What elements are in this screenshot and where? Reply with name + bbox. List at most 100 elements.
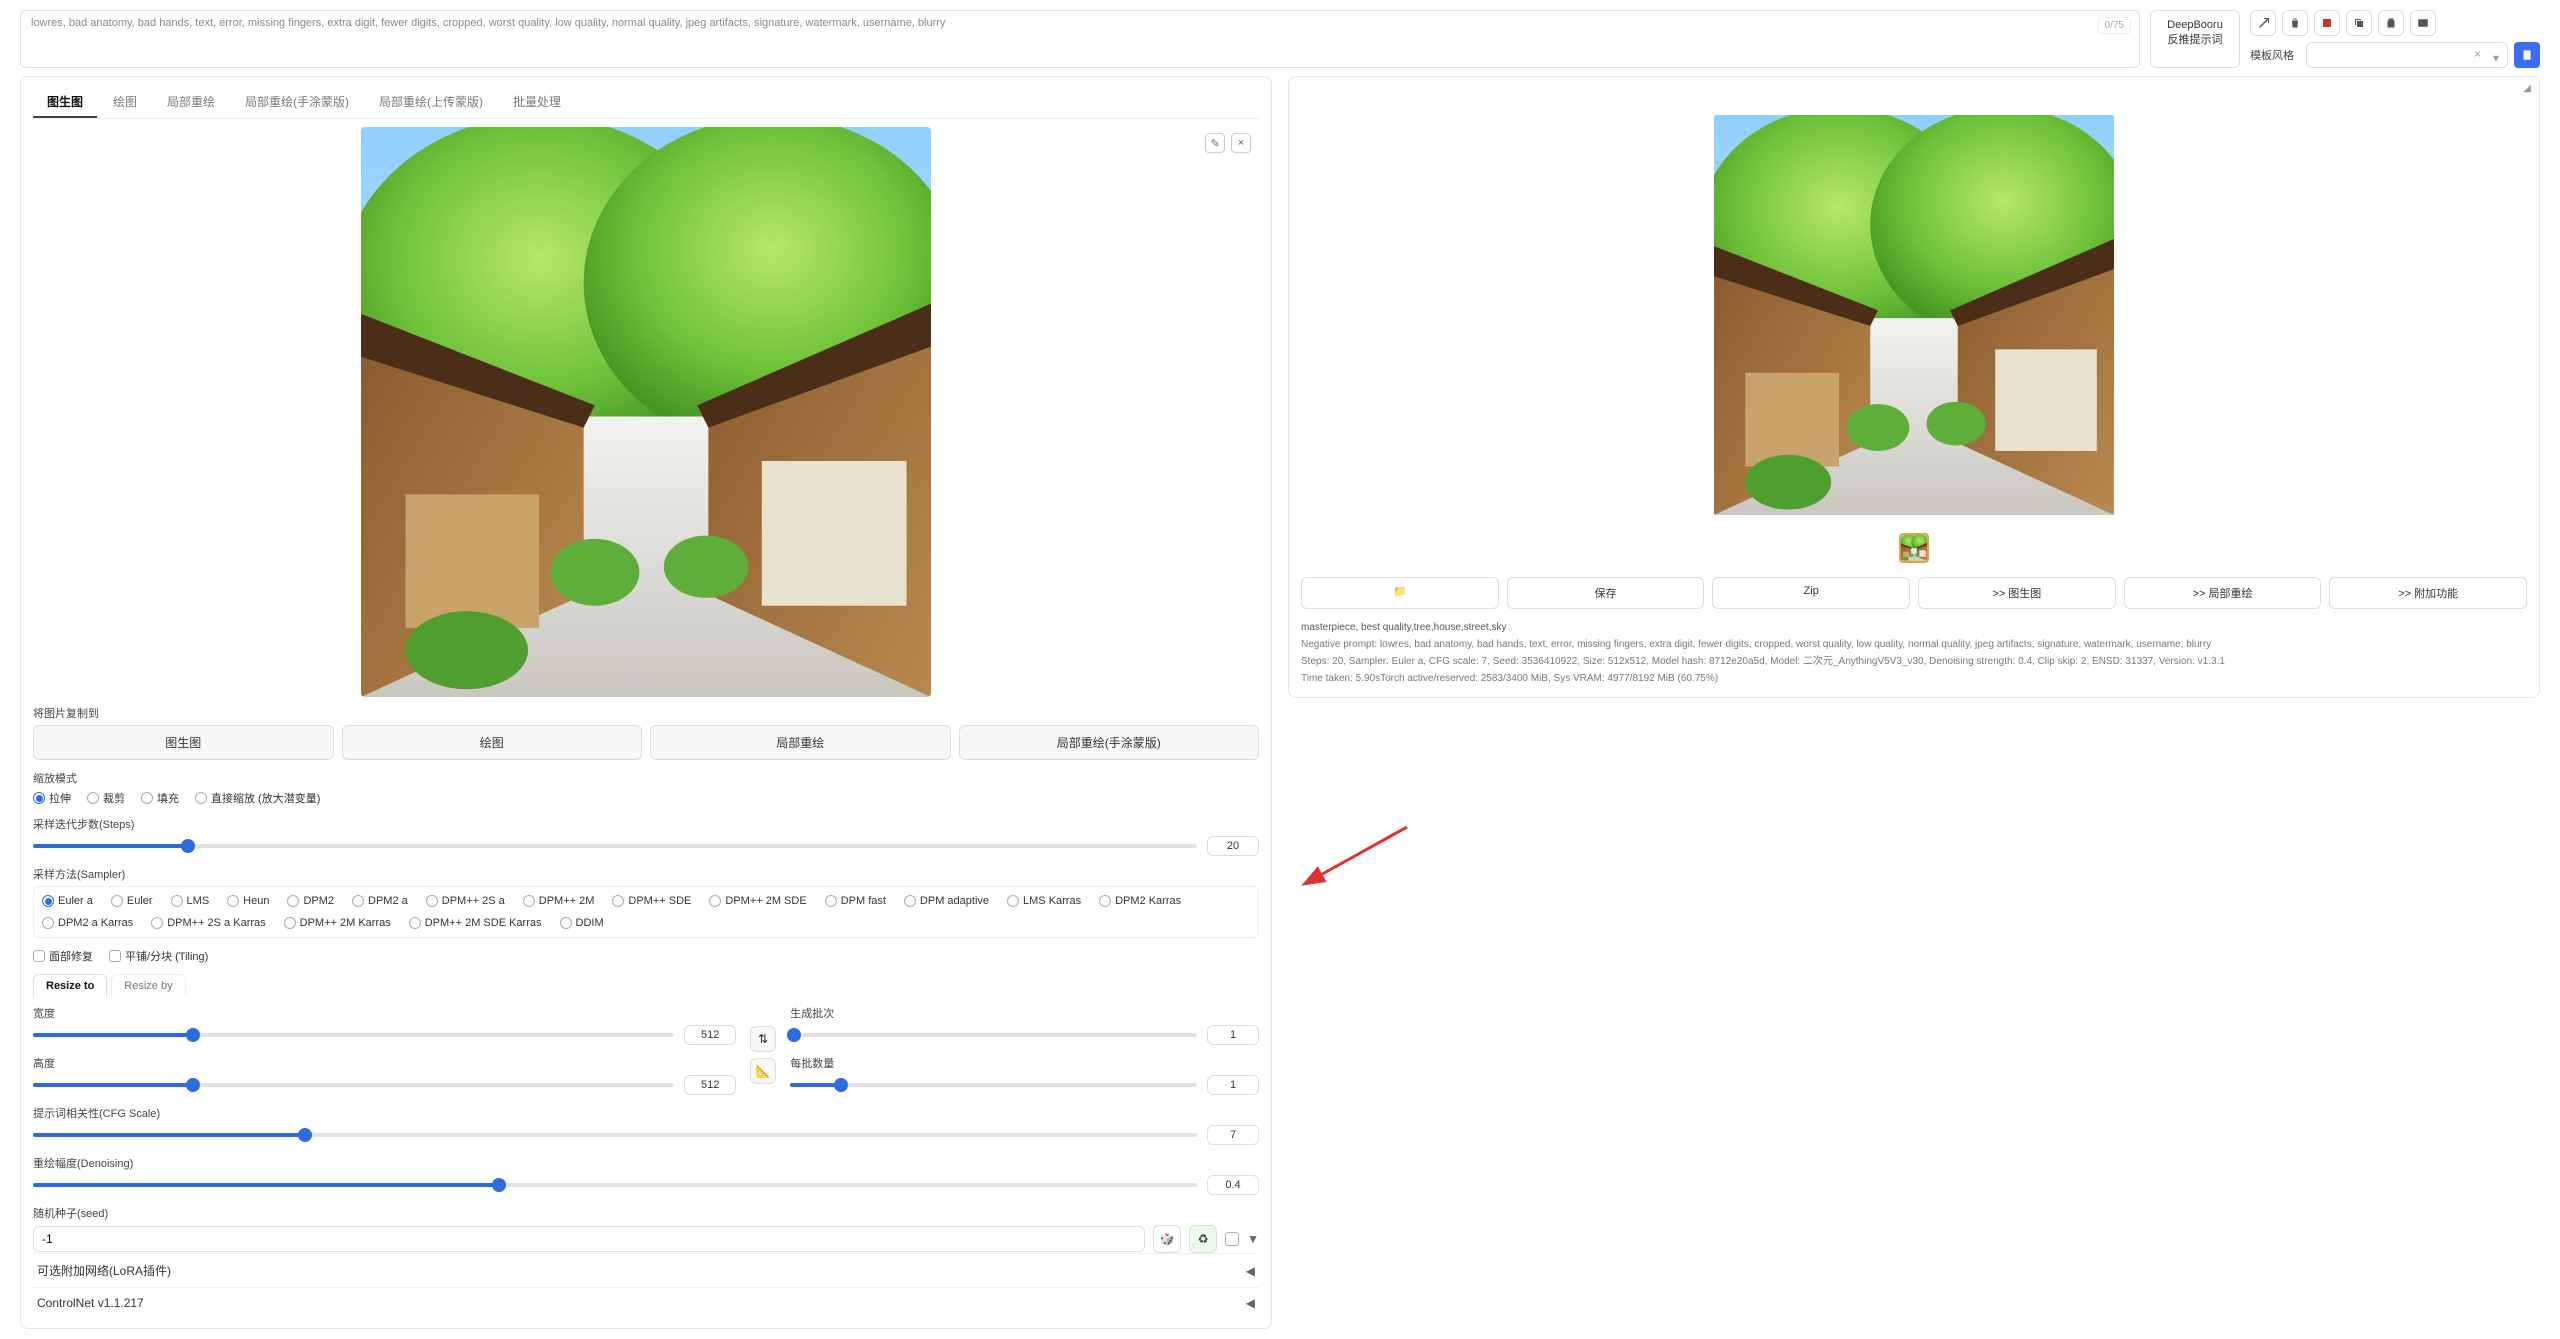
- swap-dims-button[interactable]: ⇅: [750, 1026, 776, 1052]
- arrow-icon[interactable]: [2250, 10, 2276, 36]
- output-btn-3[interactable]: >> 图生图: [1918, 577, 2116, 609]
- batch-count-slider[interactable]: [790, 1033, 1197, 1037]
- tiling-checkbox[interactable]: 平铺/分块 (Tiling): [109, 948, 208, 964]
- sampler-8[interactable]: DPM++ SDE: [612, 895, 691, 907]
- sampler-7[interactable]: DPM++ 2M: [523, 895, 595, 907]
- sampler-label: 采样方法(Sampler): [33, 866, 1259, 882]
- height-label: 高度: [33, 1055, 736, 1071]
- output-btn-0[interactable]: 📁: [1301, 577, 1499, 609]
- output-thumbnail[interactable]: [1899, 533, 1929, 563]
- batch-count-input[interactable]: 1: [1207, 1025, 1259, 1045]
- tab-3[interactable]: 局部重绘(手涂蒙版): [231, 87, 363, 118]
- resize-mode-1[interactable]: 裁剪: [87, 790, 125, 806]
- sampler-18[interactable]: DDIM: [560, 917, 604, 929]
- sampler-3[interactable]: Heun: [227, 895, 269, 907]
- seed-reuse-button[interactable]: ♻: [1189, 1225, 1217, 1253]
- denoise-slider[interactable]: [33, 1183, 1197, 1187]
- sampler-6[interactable]: DPM++ 2S a: [426, 895, 505, 907]
- sampler-10[interactable]: DPM fast: [825, 895, 886, 907]
- batch-size-label: 每批数量: [790, 1055, 1259, 1071]
- sampler-13[interactable]: DPM2 Karras: [1099, 895, 1181, 907]
- sampler-9[interactable]: DPM++ 2M SDE: [709, 895, 806, 907]
- panel-collapse-icon[interactable]: ◢: [2523, 83, 2531, 94]
- output-image[interactable]: [1714, 115, 2114, 515]
- tab-1[interactable]: 绘图: [99, 87, 151, 118]
- batch-size-input[interactable]: 1: [1207, 1075, 1259, 1095]
- height-input[interactable]: 512: [684, 1075, 736, 1095]
- style-select[interactable]: × ▾: [2306, 42, 2508, 68]
- sampler-4[interactable]: DPM2: [287, 895, 334, 907]
- width-label: 宽度: [33, 1005, 736, 1021]
- output-btn-5[interactable]: >> 附加功能: [2329, 577, 2527, 609]
- cfg-input[interactable]: 7: [1207, 1125, 1259, 1145]
- input-image[interactable]: [361, 127, 931, 697]
- negative-prompt-text: lowres, bad anatomy, bad hands, text, er…: [31, 17, 945, 29]
- style-clear-icon[interactable]: ×: [2474, 47, 2481, 61]
- style-caret-icon[interactable]: ▾: [2493, 51, 2499, 65]
- copy-btn-2[interactable]: 局部重绘: [650, 725, 951, 760]
- width-input[interactable]: 512: [684, 1025, 736, 1045]
- controlnet-accordion[interactable]: ControlNet v1.1.217◀: [33, 1287, 1259, 1318]
- output-btn-4[interactable]: >> 局部重绘: [2124, 577, 2322, 609]
- sampler-5[interactable]: DPM2 a: [352, 895, 408, 907]
- copy-btn-0[interactable]: 图生图: [33, 725, 334, 760]
- restore-faces-checkbox[interactable]: 面部修复: [33, 948, 93, 964]
- resize-tab-0[interactable]: Resize to: [33, 974, 107, 997]
- style-apply-icon[interactable]: [2514, 42, 2540, 68]
- tab-2[interactable]: 局部重绘: [153, 87, 229, 118]
- cfg-slider[interactable]: [33, 1133, 1197, 1137]
- meta-prompt: masterpiece, best quality,tree,house,str…: [1301, 619, 2527, 636]
- resize-mode-0[interactable]: 拉伸: [33, 790, 71, 806]
- trash-icon[interactable]: [2282, 10, 2308, 36]
- denoise-label: 重绘幅度(Denoising): [33, 1155, 1259, 1171]
- output-btn-1[interactable]: 保存: [1507, 577, 1705, 609]
- steps-label: 采样迭代步数(Steps): [33, 816, 1259, 832]
- sampler-11[interactable]: DPM adaptive: [904, 895, 989, 907]
- resize-mode-2[interactable]: 填充: [141, 790, 179, 806]
- lora-accordion[interactable]: 可选附加网络(LoRA插件)◀: [33, 1253, 1259, 1287]
- annotation-arrow: [1297, 817, 1417, 897]
- steps-input[interactable]: 20: [1207, 836, 1259, 856]
- sampler-15[interactable]: DPM++ 2S a Karras: [151, 917, 265, 929]
- sampler-12[interactable]: LMS Karras: [1007, 895, 1081, 907]
- meta-negative: Negative prompt: lowres, bad anatomy, ba…: [1301, 636, 2527, 653]
- seed-input[interactable]: [33, 1226, 1145, 1252]
- batch-size-slider[interactable]: [790, 1083, 1197, 1087]
- tab-0[interactable]: 图生图: [33, 87, 97, 118]
- sampler-1[interactable]: Euler: [111, 895, 153, 907]
- seed-extra-checkbox[interactable]: [1225, 1232, 1239, 1246]
- paste-icon[interactable]: [2378, 10, 2404, 36]
- width-slider[interactable]: [33, 1033, 674, 1037]
- aspect-lock-button[interactable]: 📐: [750, 1058, 776, 1084]
- tab-5[interactable]: 批量处理: [499, 87, 575, 118]
- seed-caret-icon[interactable]: ▼: [1247, 1232, 1259, 1246]
- close-image-icon[interactable]: ×: [1231, 133, 1251, 153]
- sampler-17[interactable]: DPM++ 2M SDE Karras: [409, 917, 542, 929]
- sampler-14[interactable]: DPM2 a Karras: [42, 917, 133, 929]
- resize-mode-3[interactable]: 直接缩放 (放大潜变量): [195, 790, 320, 806]
- output-btn-2[interactable]: Zip: [1712, 577, 1910, 609]
- steps-slider[interactable]: [33, 844, 1197, 848]
- deepbooru-button[interactable]: DeepBooru 反推提示词: [2150, 10, 2240, 68]
- seed-label: 随机种子(seed): [33, 1205, 1259, 1221]
- sampler-0[interactable]: Euler a: [42, 895, 93, 907]
- left-panel: 图生图绘图局部重绘局部重绘(手涂蒙版)局部重绘(上传蒙版)批量处理 ✎ × 将图…: [20, 76, 1272, 1329]
- batch-count-label: 生成批次: [790, 1005, 1259, 1021]
- style-edit-icon[interactable]: [2314, 10, 2340, 36]
- mode-tabs: 图生图绘图局部重绘局部重绘(手涂蒙版)局部重绘(上传蒙版)批量处理: [33, 87, 1259, 119]
- height-slider[interactable]: [33, 1083, 674, 1087]
- tab-4[interactable]: 局部重绘(上传蒙版): [365, 87, 497, 118]
- sampler-16[interactable]: DPM++ 2M Karras: [284, 917, 391, 929]
- cfg-label: 提示词相关性(CFG Scale): [33, 1105, 1259, 1121]
- copy-icon[interactable]: [2346, 10, 2372, 36]
- window-icon[interactable]: [2410, 10, 2436, 36]
- edit-image-icon[interactable]: ✎: [1205, 133, 1225, 153]
- seed-random-button[interactable]: 🎲: [1153, 1225, 1181, 1253]
- resize-tab-1[interactable]: Resize by: [111, 974, 185, 997]
- denoise-input[interactable]: 0.4: [1207, 1175, 1259, 1195]
- sampler-2[interactable]: LMS: [171, 895, 210, 907]
- copy-btn-1[interactable]: 绘图: [342, 725, 643, 760]
- negative-prompt-box[interactable]: lowres, bad anatomy, bad hands, text, er…: [20, 10, 2140, 68]
- meta-params: Steps: 20, Sampler: Euler a, CFG scale: …: [1301, 653, 2527, 670]
- copy-btn-3[interactable]: 局部重绘(手涂蒙版): [959, 725, 1260, 760]
